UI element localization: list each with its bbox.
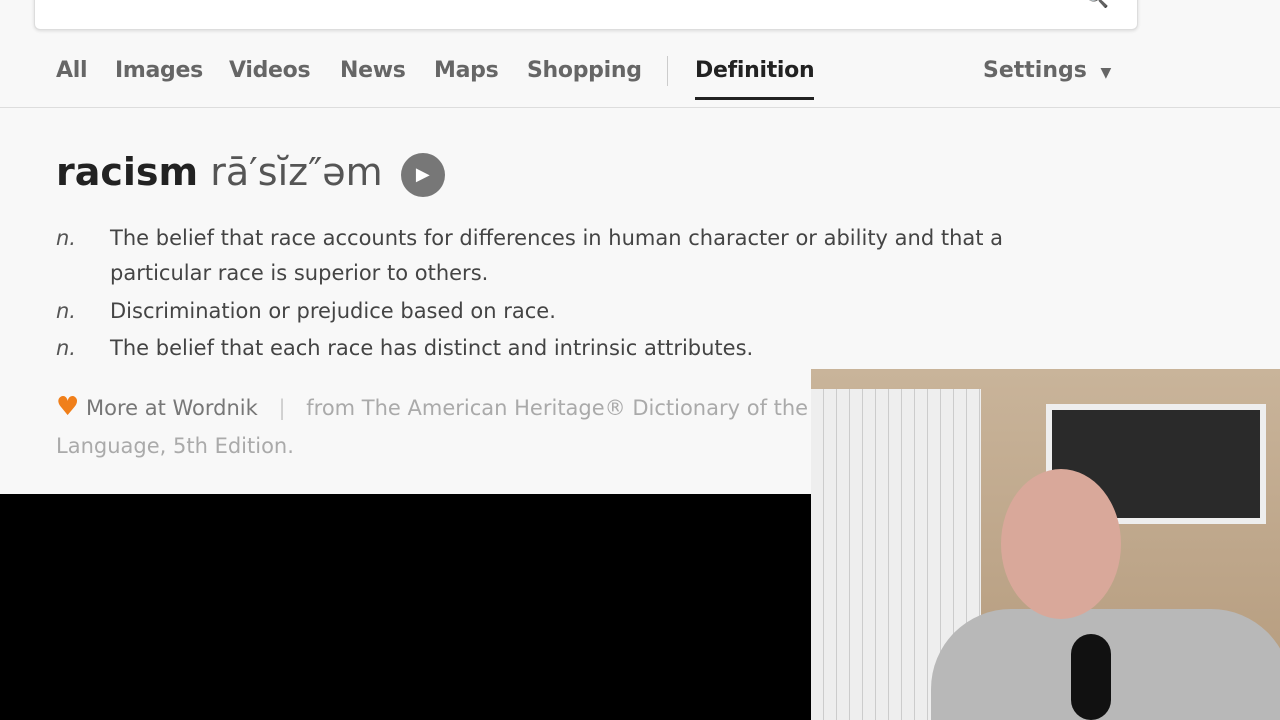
- tab-definition[interactable]: Definition: [695, 58, 815, 100]
- wordnik-link[interactable]: More at Wordnik: [86, 396, 258, 420]
- pronunciation: rā′sĭz″əm: [210, 150, 383, 194]
- definition-heading: racism rā′sĭz″əm ▶: [56, 150, 445, 197]
- tab-all[interactable]: All: [56, 58, 88, 83]
- tab-bar: All Images Videos News Maps Shopping Def…: [0, 40, 1280, 108]
- settings-label: Settings: [983, 58, 1087, 83]
- play-icon[interactable]: ▶: [400, 152, 445, 197]
- sense-text: The belief that race accounts for differ…: [110, 226, 1004, 285]
- sense-1: n. The belief that race accounts for diff…: [56, 221, 1110, 291]
- sense-2: n. Discrimination or prejudice based on r…: [56, 294, 1110, 329]
- sense-text: Discrimination or prejudice based on rac…: [110, 299, 556, 323]
- person-head: [1001, 469, 1121, 619]
- part-of-speech: n.: [56, 299, 76, 323]
- search-bar[interactable]: 🔍: [34, 0, 1138, 30]
- search-icon[interactable]: 🔍: [1084, 0, 1109, 9]
- source-divider: |: [278, 396, 286, 420]
- part-of-speech: n.: [56, 226, 76, 250]
- tab-shopping[interactable]: Shopping: [527, 58, 642, 83]
- sense-text: The belief that each race has distinct a…: [110, 336, 754, 360]
- caret-down-icon: ▼: [1100, 65, 1112, 81]
- webcam-overlay: [811, 369, 1280, 720]
- tab-divider: [667, 56, 668, 86]
- sense-3: n. The belief that each race has distinct…: [56, 331, 1110, 366]
- settings-button[interactable]: Settings ▼: [983, 58, 1111, 83]
- heart-icon: ♥: [56, 392, 80, 422]
- tab-maps[interactable]: Maps: [434, 58, 499, 83]
- black-area: [0, 494, 811, 720]
- microphone: [1071, 634, 1111, 720]
- part-of-speech: n.: [56, 336, 76, 360]
- word: racism: [56, 150, 199, 194]
- tab-videos[interactable]: Videos: [229, 58, 311, 83]
- tab-news[interactable]: News: [340, 58, 406, 83]
- tab-images[interactable]: Images: [115, 58, 203, 83]
